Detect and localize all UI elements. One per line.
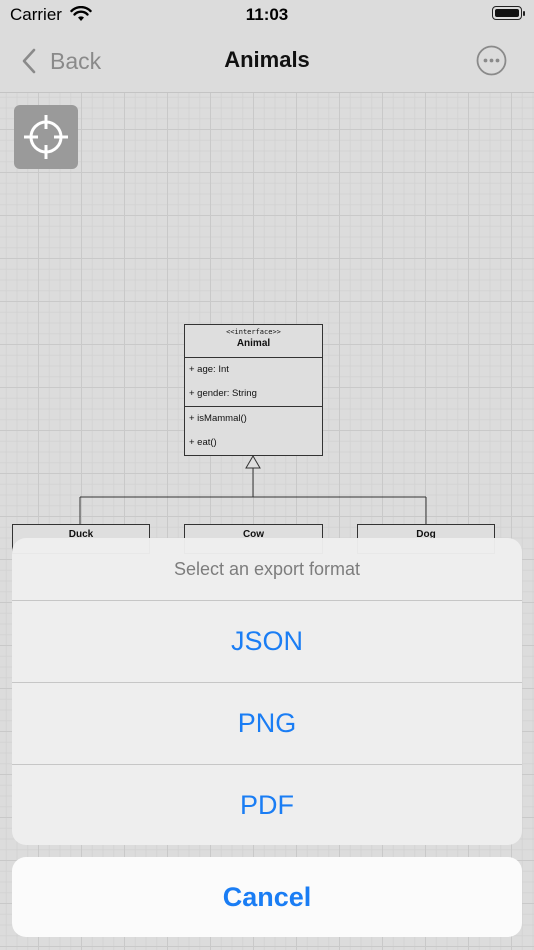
export-action-sheet: Select an export format JSON PNG PDF [12,538,522,845]
export-json-button[interactable]: JSON [12,601,522,683]
cancel-button[interactable]: Cancel [12,857,522,937]
export-png-button[interactable]: PNG [12,683,522,765]
action-sheet-title: Select an export format [12,538,522,601]
inheritance-arrow [79,455,427,524]
export-pdf-button[interactable]: PDF [12,765,522,845]
